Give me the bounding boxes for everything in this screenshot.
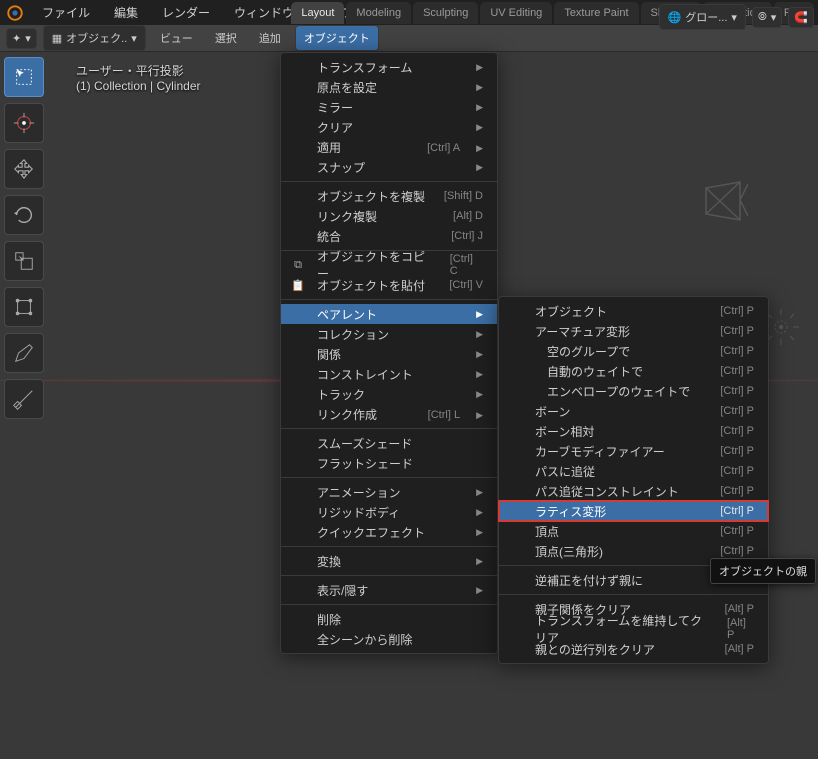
menu-render[interactable]: レンダー bbox=[150, 0, 222, 25]
tool-measure[interactable] bbox=[4, 379, 44, 419]
smi-vertex[interactable]: 頂点[Ctrl] P bbox=[499, 521, 768, 541]
submenu-arrow-icon: ▶ bbox=[476, 329, 483, 340]
submenu-arrow-icon: ▶ bbox=[476, 349, 483, 360]
tab-uv-editing[interactable]: UV Editing bbox=[480, 2, 552, 24]
submenu-arrow-icon: ▶ bbox=[476, 369, 483, 380]
tool-move[interactable] bbox=[4, 149, 44, 189]
mi-clear[interactable]: クリア▶ bbox=[281, 117, 497, 137]
snap-toggle[interactable]: 🧲 bbox=[788, 7, 814, 28]
smi-object[interactable]: オブジェクト[Ctrl] P bbox=[499, 301, 768, 321]
mode-label: オブジェク.. bbox=[66, 30, 127, 46]
menu-file[interactable]: ファイル bbox=[30, 0, 102, 25]
smi-curve-modifier[interactable]: カーブモディファイアー[Ctrl] P bbox=[499, 441, 768, 461]
header-view[interactable]: ビュー bbox=[152, 26, 201, 50]
interaction-mode-dropdown[interactable]: ▦オブジェク..▾ bbox=[43, 25, 146, 51]
tool-cursor[interactable] bbox=[4, 103, 44, 143]
mi-collection[interactable]: コレクション▶ bbox=[281, 324, 497, 344]
tab-modeling[interactable]: Modeling bbox=[346, 2, 411, 24]
submenu-arrow-icon: ▶ bbox=[476, 82, 483, 93]
tool-rotate[interactable] bbox=[4, 195, 44, 235]
mi-parent[interactable]: ペアレント▶ bbox=[281, 304, 497, 324]
mi-delete[interactable]: 削除 bbox=[281, 609, 497, 629]
smi-clear-inverse[interactable]: 親との逆行列をクリア[Alt] P bbox=[499, 639, 768, 659]
globe-icon: 🌐 bbox=[668, 11, 682, 24]
mi-set-origin[interactable]: 原点を設定▶ bbox=[281, 77, 497, 97]
smi-envelope-weights[interactable]: エンベロープのウェイトで[Ctrl] P bbox=[499, 381, 768, 401]
mi-transform[interactable]: トランスフォーム▶ bbox=[281, 57, 497, 77]
submenu-arrow-icon: ▶ bbox=[476, 162, 483, 173]
parent-submenu: オブジェクト[Ctrl] P アーマチュア変形[Ctrl] P 空のグループで[… bbox=[498, 296, 769, 664]
submenu-arrow-icon: ▶ bbox=[476, 389, 483, 400]
object-menu: トランスフォーム▶ 原点を設定▶ ミラー▶ クリア▶ 適用[Ctrl] A▶ ス… bbox=[280, 52, 498, 654]
smi-follow-path[interactable]: パスに追従[Ctrl] P bbox=[499, 461, 768, 481]
mi-delete-from-all-scenes[interactable]: 全シーンから削除 bbox=[281, 629, 497, 649]
tool-transform[interactable] bbox=[4, 287, 44, 327]
tool-strip bbox=[4, 57, 44, 419]
mi-constraints[interactable]: コンストレイント▶ bbox=[281, 364, 497, 384]
smi-empty-groups[interactable]: 空のグループで[Ctrl] P bbox=[499, 341, 768, 361]
mi-show-hide[interactable]: 表示/隠す▶ bbox=[281, 580, 497, 600]
header-object[interactable]: オブジェクト bbox=[295, 25, 379, 51]
mi-animation[interactable]: アニメーション▶ bbox=[281, 482, 497, 502]
smi-armature-deform[interactable]: アーマチュア変形[Ctrl] P bbox=[499, 321, 768, 341]
mi-paste[interactable]: 📋オブジェクトを貼付[Ctrl] V bbox=[281, 275, 497, 295]
copy-icon: ⧉ bbox=[291, 258, 305, 272]
mi-copy[interactable]: ⧉オブジェクトをコピー[Ctrl] C bbox=[281, 255, 497, 275]
smi-bone[interactable]: ボーン[Ctrl] P bbox=[499, 401, 768, 421]
submenu-arrow-icon: ▶ bbox=[476, 410, 483, 420]
mi-snap[interactable]: スナップ▶ bbox=[281, 157, 497, 177]
pivot-dropdown[interactable]: ⦾▾ bbox=[752, 7, 782, 28]
viewport-overlay-text: ユーザー・平行投影(1) Collection | Cylinder bbox=[76, 62, 201, 93]
object-mode-icon: ▦ bbox=[52, 32, 62, 45]
tool-scale[interactable] bbox=[4, 241, 44, 281]
header-add[interactable]: 追加 bbox=[251, 26, 289, 50]
mi-quick-effects[interactable]: クイックエフェクト▶ bbox=[281, 522, 497, 542]
submenu-arrow-icon: ▶ bbox=[476, 487, 483, 498]
header-select[interactable]: 選択 bbox=[207, 26, 245, 50]
mi-rigid-body[interactable]: リジッドボディ▶ bbox=[281, 502, 497, 522]
grid-icon: ✦ bbox=[12, 32, 21, 45]
smi-auto-weights[interactable]: 自動のウェイトで[Ctrl] P bbox=[499, 361, 768, 381]
smi-clear-keep-transform[interactable]: トランスフォームを維持してクリア[Alt] P bbox=[499, 619, 768, 639]
mi-relations[interactable]: 関係▶ bbox=[281, 344, 497, 364]
mi-make-links[interactable]: リンク作成[Ctrl] L▶ bbox=[281, 404, 497, 424]
tool-annotate[interactable] bbox=[4, 333, 44, 373]
submenu-arrow-icon: ▶ bbox=[476, 527, 483, 538]
tool-select-box[interactable] bbox=[4, 57, 44, 97]
submenu-arrow-icon: ▶ bbox=[476, 556, 483, 567]
transform-orientation-dropdown[interactable]: 🌐グロー...▾ bbox=[659, 4, 746, 30]
mi-shade-smooth[interactable]: スムーズシェード bbox=[281, 433, 497, 453]
link-icon: ⦾ bbox=[758, 11, 767, 24]
smi-path-constraint[interactable]: パス追従コンストレイント[Ctrl] P bbox=[499, 481, 768, 501]
editor-type-dropdown[interactable]: ✦▾ bbox=[6, 28, 37, 49]
submenu-arrow-icon: ▶ bbox=[476, 122, 483, 133]
mi-mirror[interactable]: ミラー▶ bbox=[281, 97, 497, 117]
submenu-arrow-icon: ▶ bbox=[476, 62, 483, 73]
mi-duplicate-linked[interactable]: リンク複製[Alt] D bbox=[281, 206, 497, 226]
submenu-arrow-icon: ▶ bbox=[476, 309, 483, 320]
submenu-arrow-icon: ▶ bbox=[476, 507, 483, 518]
mi-apply[interactable]: 適用[Ctrl] A▶ bbox=[281, 137, 497, 157]
orient-label: グロー... bbox=[685, 9, 727, 25]
menu-edit[interactable]: 編集 bbox=[102, 0, 150, 25]
submenu-arrow-icon: ▶ bbox=[476, 102, 483, 113]
mi-duplicate[interactable]: オブジェクトを複製[Shift] D bbox=[281, 186, 497, 206]
tab-sculpting[interactable]: Sculpting bbox=[413, 2, 478, 24]
mi-shade-flat[interactable]: フラットシェード bbox=[281, 453, 497, 473]
mi-convert[interactable]: 変換▶ bbox=[281, 551, 497, 571]
paste-icon: 📋 bbox=[291, 278, 305, 292]
magnet-icon: 🧲 bbox=[794, 11, 808, 24]
viewport-header: ✦▾ ▦オブジェク..▾ ビュー 選択 追加 オブジェクト 🌐グロー...▾ ⦾… bbox=[0, 25, 818, 52]
tab-texture-paint[interactable]: Texture Paint bbox=[554, 2, 638, 24]
mi-track[interactable]: トラック▶ bbox=[281, 384, 497, 404]
smi-bone-relative[interactable]: ボーン相対[Ctrl] P bbox=[499, 421, 768, 441]
tooltip: オブジェクトの親 bbox=[710, 558, 816, 584]
camera-object-icon[interactable] bbox=[698, 180, 748, 226]
tab-layout[interactable]: Layout bbox=[291, 2, 344, 24]
mi-join[interactable]: 統合[Ctrl] J bbox=[281, 226, 497, 246]
blender-logo-icon bbox=[6, 4, 24, 22]
smi-lattice-deform[interactable]: ラティス変形[Ctrl] P bbox=[499, 501, 768, 521]
submenu-arrow-icon: ▶ bbox=[476, 143, 483, 153]
submenu-arrow-icon: ▶ bbox=[476, 585, 483, 596]
